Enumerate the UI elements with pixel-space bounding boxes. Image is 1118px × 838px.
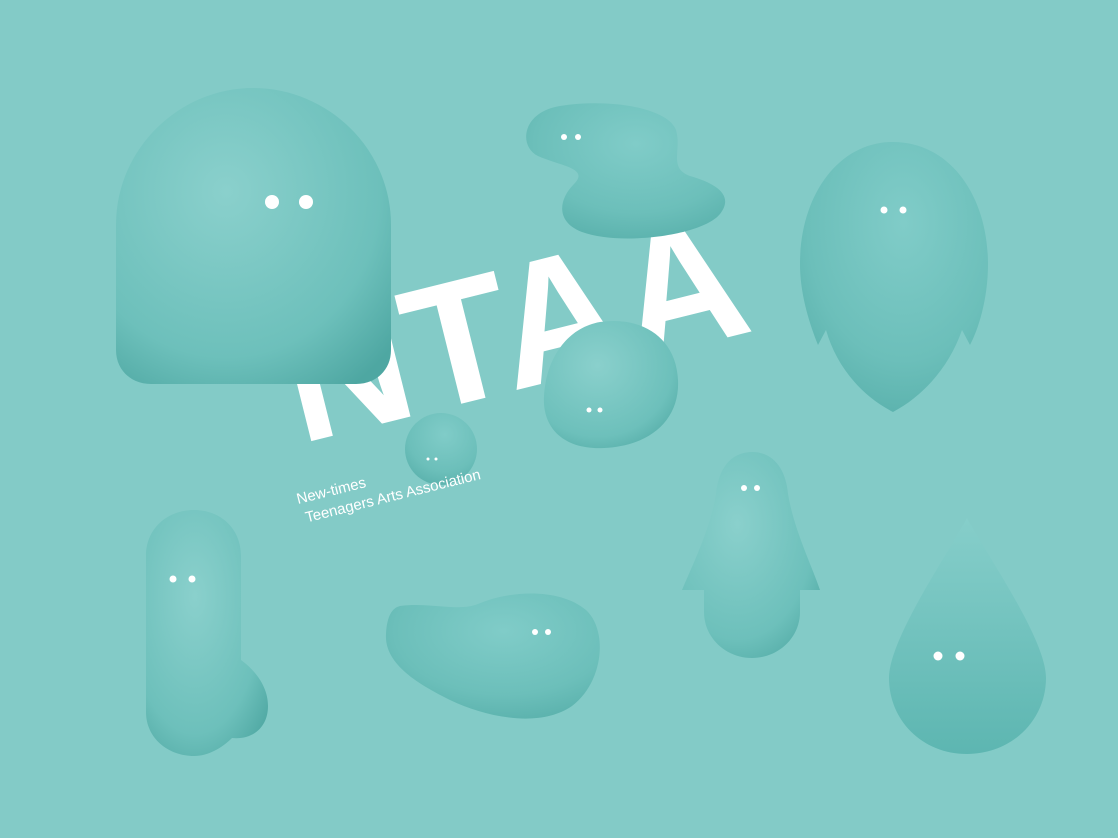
ghost-blob-eye-right bbox=[754, 485, 760, 491]
small-lump-blob-eye-left bbox=[586, 407, 592, 413]
bubble-blob-eye-right bbox=[434, 457, 438, 461]
drop-blob bbox=[889, 518, 1046, 754]
poster-canvas: NTAA New-times Teenagers Arts Associatio… bbox=[116, 88, 1046, 756]
boot-blob-eye-left bbox=[169, 575, 177, 583]
bubble-blob-eye-left bbox=[426, 457, 430, 461]
drop-blob-eye-left bbox=[933, 651, 943, 661]
wavy-blob-eye-left bbox=[561, 134, 567, 140]
boot-blob bbox=[146, 510, 268, 756]
wavy-blob-eye-right bbox=[575, 134, 581, 140]
egg-blob-eye-right bbox=[899, 206, 907, 214]
drop-blob-eye-right bbox=[955, 651, 965, 661]
ghost-blob-eye-left bbox=[741, 485, 747, 491]
ghost-blob bbox=[682, 452, 820, 658]
puddle-blob-eye-right bbox=[545, 629, 551, 635]
puddle-blob-eye-left bbox=[532, 629, 538, 635]
arch-blob-eye-right bbox=[299, 195, 313, 209]
small-lump-blob-eye-right bbox=[597, 407, 603, 413]
boot-blob-eye-right bbox=[188, 575, 196, 583]
egg-blob bbox=[800, 142, 988, 412]
puddle-blob bbox=[385, 593, 600, 719]
arch-blob-eye-left bbox=[265, 195, 279, 209]
egg-blob-eye-left bbox=[880, 206, 888, 214]
arch-blob bbox=[116, 88, 391, 384]
